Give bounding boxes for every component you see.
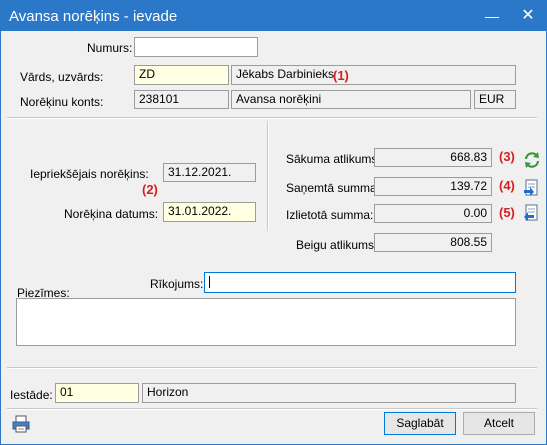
printer-icon[interactable]	[12, 415, 30, 433]
sakuma-field: 668.83	[374, 148, 492, 167]
iestade-code-input[interactable]: 01	[55, 383, 139, 403]
datums-label: Norēķina datums:	[64, 207, 159, 221]
dialog-window: Avansa norēķins - ievade — ✕ Numurs: Vār…	[0, 0, 547, 445]
marker-3: (3)	[499, 149, 515, 164]
vards-name-field: Jēkabs Darbinieks	[231, 65, 516, 85]
iestade-name-field: Horizon	[142, 383, 516, 403]
konts-name-field: Avansa norēķini	[231, 90, 471, 109]
refresh-icon[interactable]	[523, 151, 541, 169]
sanemta-field: 139.72	[374, 177, 492, 196]
title-bar[interactable]: Avansa norēķins - ievade — ✕	[1, 1, 546, 31]
izlietota-field: 0.00	[374, 204, 492, 223]
konts-code-field: 238101	[134, 90, 229, 109]
datums-input[interactable]: 31.01.2022.	[163, 202, 256, 222]
konts-currency-field: EUR	[474, 90, 516, 109]
vards-label: Vārds, uzvārds:	[20, 70, 104, 84]
numurs-label: Numurs:	[87, 41, 133, 55]
sanemta-label: Saņemtā summa:	[286, 181, 381, 195]
close-button[interactable]: ✕	[515, 4, 541, 28]
window-title: Avansa norēķins - ievade	[9, 8, 178, 25]
iestade-label: Iestāde:	[10, 388, 53, 402]
marker-2: (2)	[142, 182, 158, 197]
document-export-icon[interactable]	[523, 204, 541, 222]
piezimes-textarea[interactable]	[16, 298, 516, 346]
sakuma-label: Sākuma atlikums:	[286, 152, 381, 166]
marker-1: (1)	[333, 68, 349, 83]
divider-bottom	[7, 367, 537, 369]
save-button[interactable]: Saglabāt	[384, 412, 456, 435]
text-caret	[209, 276, 210, 288]
vertical-divider	[267, 121, 269, 231]
divider	[7, 117, 537, 119]
divider-footer	[7, 408, 537, 410]
minimize-button[interactable]: —	[479, 4, 505, 28]
document-import-icon[interactable]	[523, 179, 541, 197]
marker-4: (4)	[499, 178, 515, 193]
cancel-button[interactable]: Atcelt	[463, 412, 535, 435]
ieprieksejais-field: 31.12.2021.	[163, 163, 256, 182]
rikojums-input[interactable]	[204, 272, 516, 293]
numurs-input[interactable]	[134, 37, 258, 57]
vards-code-input[interactable]: ZD	[134, 65, 229, 85]
izlietota-label: Izlietotā summa:	[286, 208, 374, 222]
konts-label: Norēķinu konts:	[20, 95, 104, 109]
marker-5: (5)	[499, 205, 515, 220]
rikojums-label: Rīkojums:	[150, 277, 204, 291]
ieprieksejais-label: Iepriekšējais norēķins:	[30, 167, 149, 181]
beigu-label: Beigu atlikums:	[296, 238, 378, 252]
beigu-field: 808.55	[374, 233, 492, 252]
